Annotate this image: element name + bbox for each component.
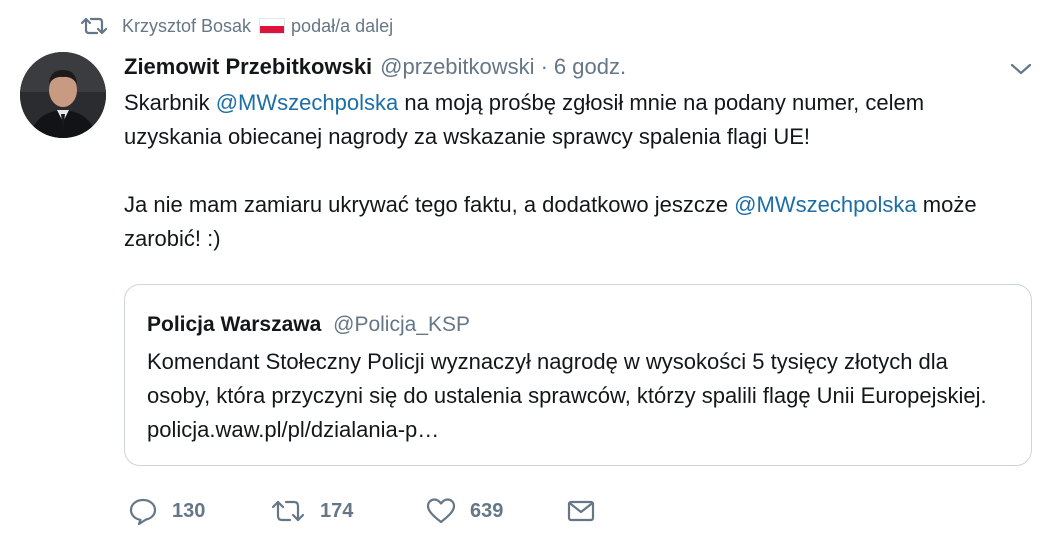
tweet-paragraph-1: Skarbnik @MWszechpolska na moją prośbę z… <box>124 86 1024 154</box>
mention-link[interactable]: @MWszechpolska <box>216 90 399 115</box>
chevron-down-icon[interactable] <box>1008 58 1034 80</box>
heart-icon <box>426 498 456 524</box>
tweet-timestamp[interactable]: 6 godz. <box>554 54 626 80</box>
like-count: 639 <box>470 499 504 522</box>
tweet-paragraph-2: Ja nie mam zamiaru ukrywać tego faktu, a… <box>124 188 1024 256</box>
quoted-author-name: Policja Warszawa <box>147 313 322 336</box>
tweet-actions: 130 174 639 <box>128 494 596 528</box>
direct-message-button[interactable] <box>566 498 596 524</box>
quoted-tweet-header: Policja Warszawa @Policja_KSP <box>147 313 470 337</box>
avatar[interactable] <box>20 52 106 138</box>
reply-count: 130 <box>172 499 206 522</box>
retweet-context: Krzysztof Bosak podał/a dalej <box>80 12 393 40</box>
quoted-author-handle: @Policja_KSP <box>333 313 471 336</box>
reply-icon <box>129 498 157 525</box>
retweet-icon <box>80 15 108 37</box>
reply-button[interactable]: 130 <box>128 497 270 525</box>
envelope-icon <box>567 500 595 522</box>
text-segment: Skarbnik <box>124 90 216 115</box>
mention-link[interactable]: @MWszechpolska <box>734 192 917 217</box>
like-button[interactable]: 639 <box>426 497 566 525</box>
author-handle[interactable]: @przebitkowski <box>380 54 534 80</box>
text-segment: Ja nie mam zamiaru ukrywać tego faktu, a… <box>124 192 735 217</box>
retweet-action-label: podał/a dalej <box>291 15 394 36</box>
quoted-tweet[interactable]: Policja Warszawa @Policja_KSP Komendant … <box>124 284 1032 466</box>
quoted-tweet-text: Komendant Stołeczny Policji wyznaczył na… <box>147 349 987 442</box>
retweeter-name[interactable]: Krzysztof Bosak <box>122 16 251 37</box>
author-name[interactable]: Ziemowit Przebitkowski <box>124 54 372 80</box>
poland-flag-icon <box>259 18 286 34</box>
retweet-icon <box>271 500 305 522</box>
tweet-header: Ziemowit Przebitkowski @przebitkowski · … <box>124 50 626 84</box>
separator: · <box>540 54 548 79</box>
tweet-text: Skarbnik @MWszechpolska na moją prośbę z… <box>124 86 1024 256</box>
retweet-button[interactable]: 174 <box>270 497 426 525</box>
retweet-count: 174 <box>320 499 354 522</box>
